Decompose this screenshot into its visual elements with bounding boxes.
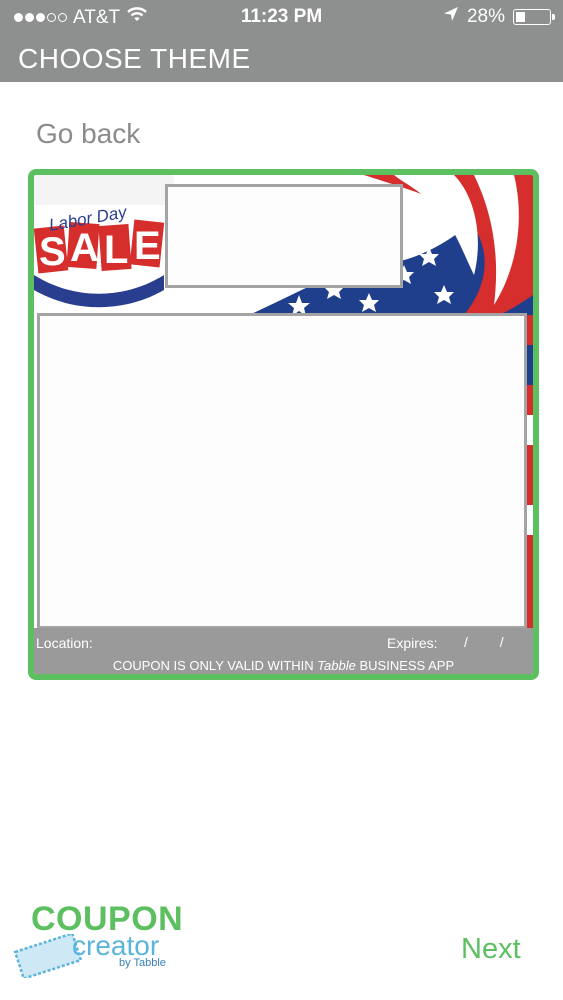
coupon-footer: Location: Expires: / / COUPON IS ONLY VA… xyxy=(34,628,533,674)
go-back-link[interactable]: Go back xyxy=(36,118,140,150)
battery-level xyxy=(516,12,525,22)
expires-label: Expires: xyxy=(387,635,438,651)
sale-letter-s: S xyxy=(39,230,66,274)
disclaimer-suffix: BUSINESS APP xyxy=(359,658,455,673)
location-arrow-icon xyxy=(443,6,459,28)
coupon-creator-logo: COUPON creator by Tabble xyxy=(10,900,190,980)
battery-icon xyxy=(513,9,555,25)
disclaimer-brand: Tabble xyxy=(317,658,356,673)
battery-percent: 28% xyxy=(466,6,505,27)
title-bar: CHOOSE THEME xyxy=(0,36,563,82)
location-label: Location: xyxy=(36,635,93,651)
coupon-disclaimer: COUPON IS ONLY VALID WITHIN Tabble BUSIN… xyxy=(34,658,533,673)
disclaimer-prefix: COUPON IS ONLY VALID WITHIN xyxy=(112,658,314,673)
status-bar: AT&T 11:23 PM 28% xyxy=(0,0,563,36)
theme-preview[interactable]: S A L E Labor Day Location: Expires: / /… xyxy=(28,169,539,680)
sale-letter-l: L xyxy=(104,228,128,272)
next-button[interactable]: Next xyxy=(461,933,521,966)
offer-text-box[interactable] xyxy=(37,313,527,629)
title-text-box[interactable] xyxy=(165,184,403,288)
logo-by: by Tabble xyxy=(119,957,166,969)
expires-date: / / xyxy=(464,634,518,650)
page-title: CHOOSE THEME xyxy=(18,43,251,74)
status-right: 28% xyxy=(443,6,555,28)
sale-letter-e: E xyxy=(134,224,161,268)
sale-letter-a: A xyxy=(70,226,99,270)
